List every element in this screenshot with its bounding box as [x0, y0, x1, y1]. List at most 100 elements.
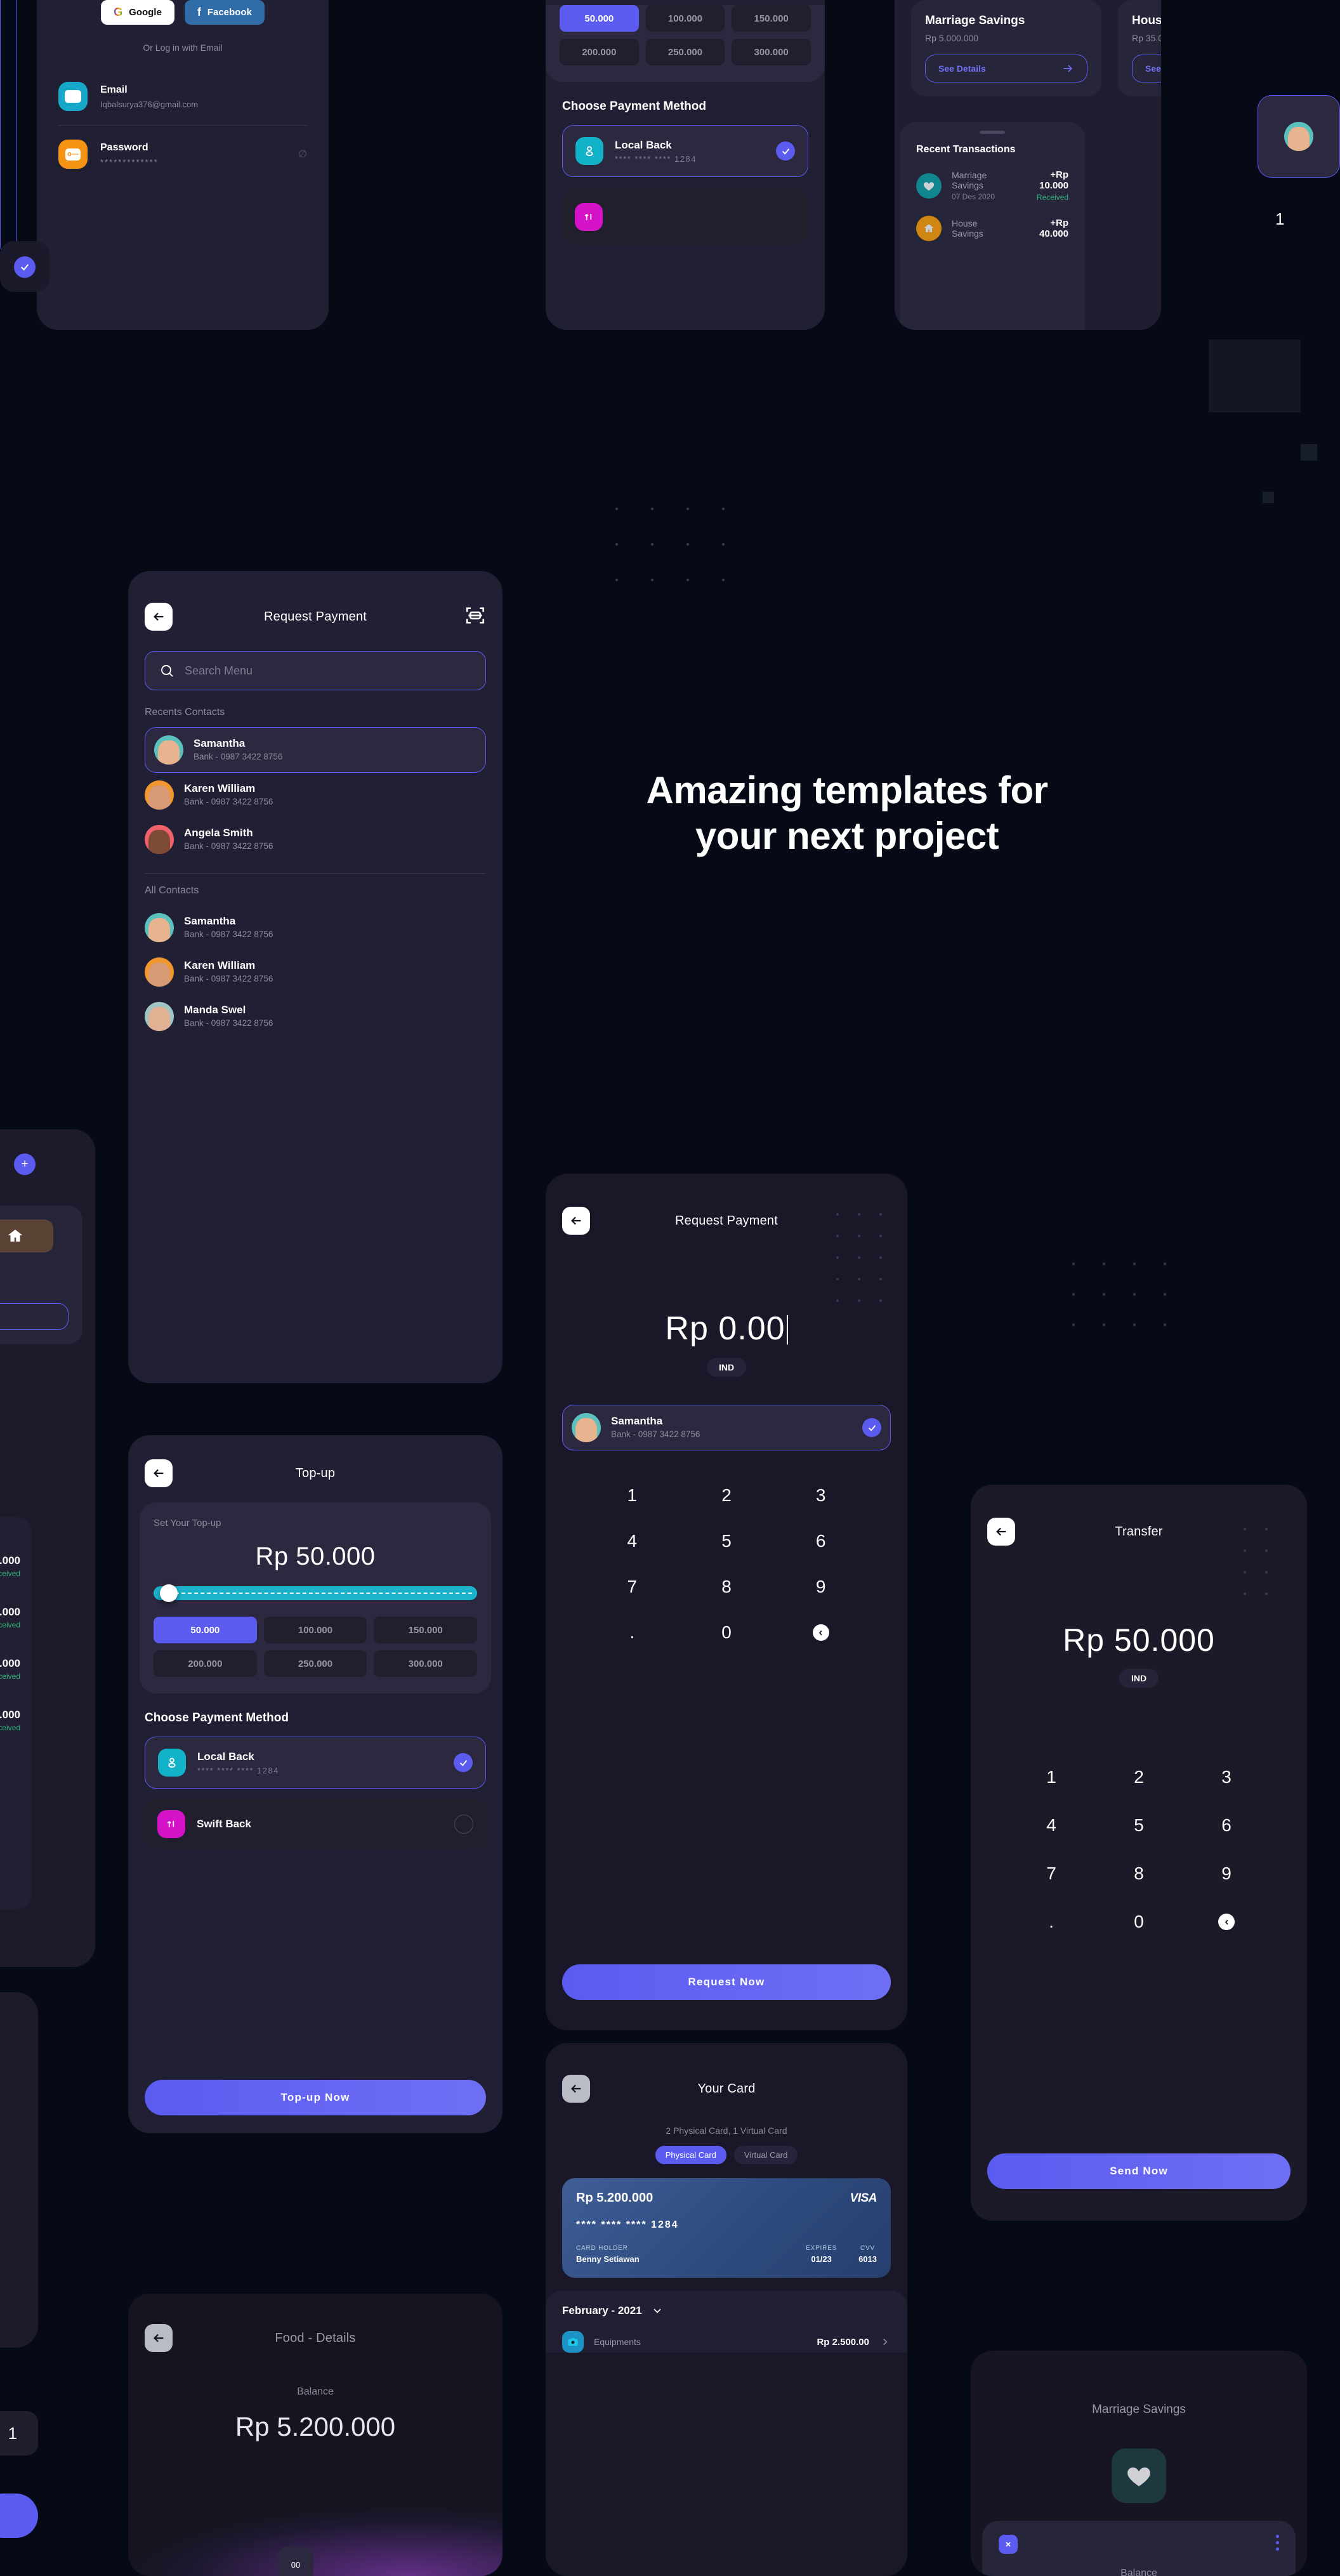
send-now-button[interactable]: Send Now [987, 2153, 1291, 2189]
received-amount: 50.000 [0, 1709, 20, 1721]
amount-chip[interactable]: 250.000 [263, 1650, 367, 1677]
key-6[interactable]: 6 [773, 1527, 868, 1556]
slider-knob[interactable] [160, 1584, 178, 1602]
amount-chip[interactable]: 250.000 [645, 39, 725, 65]
contact-name: Samantha [194, 737, 246, 750]
house-see-details-button[interactable]: See De [1132, 55, 1161, 82]
key-8[interactable]: 8 [1095, 1859, 1183, 1888]
key-4[interactable]: 4 [585, 1527, 680, 1556]
key-0[interactable]: 0 [680, 1618, 774, 1647]
arrow-left-icon [571, 2084, 581, 2093]
method-radio[interactable] [454, 1815, 473, 1834]
amount-chip[interactable]: 150.000 [374, 1617, 477, 1643]
amount-chip[interactable]: 300.000 [732, 39, 811, 65]
request-amount-value: Rp 0.00 [665, 1310, 785, 1347]
list-item[interactable]: Samantha Bank - 0987 3422 8756 [145, 727, 486, 773]
food-header: Food - Details [128, 2318, 503, 2358]
transaction-amount: Rp 2.500.00 [817, 2336, 869, 2348]
key-6[interactable]: 6 [1183, 1811, 1270, 1840]
marriage-bottom-sheet: × Balance [982, 2521, 1296, 2576]
list-item[interactable]: Angela Smith Bank - 0987 3422 8756 [128, 817, 503, 862]
topup-preview-method[interactable]: Local Back **** **** **** 1284 [562, 125, 808, 177]
radio-selected-icon[interactable] [776, 141, 795, 161]
method-radio[interactable] [454, 1753, 473, 1772]
amount-chip[interactable]: 100.000 [263, 1617, 367, 1643]
scan-button[interactable] [464, 605, 486, 629]
payment-method[interactable]: Local Back **** **** **** 1284 [145, 1737, 486, 1789]
topup-now-button[interactable]: Top-up Now [145, 2080, 486, 2115]
amount-chip[interactable]: 50.000 [560, 5, 639, 32]
amount-chip[interactable]: 100.000 [645, 5, 725, 32]
list-item[interactable]: Karen William Bank - 0987 3422 8756 [128, 773, 503, 817]
marriage-see-details-button[interactable]: See Details [925, 55, 1087, 82]
request-payment-panel: Request Payment Search Menu Recents Cont… [128, 571, 503, 1383]
amount-chip[interactable]: 200.000 [560, 39, 639, 65]
key-2[interactable]: 2 [1095, 1763, 1183, 1792]
amount-chip[interactable]: 300.000 [374, 1650, 477, 1677]
card-tab[interactable]: Physical Card [655, 2146, 726, 2164]
key-2[interactable]: 2 [680, 1481, 774, 1510]
food-balance-label: Balance [297, 2386, 334, 2397]
transaction-amount: +Rp 10.000 [1039, 169, 1068, 191]
transaction-row[interactable]: Marriage Savings 07 Des 2020 +Rp 10.000 Rec… [916, 169, 1068, 202]
cta-partial-left[interactable] [0, 2494, 38, 2538]
key-.[interactable]: . [1008, 1907, 1095, 1936]
key-7[interactable]: 7 [585, 1572, 680, 1601]
back-button-card[interactable] [562, 2075, 590, 2103]
month-selector[interactable]: February - 2021 [562, 2304, 891, 2317]
key-7[interactable]: 7 [1008, 1859, 1095, 1888]
key-9[interactable]: 9 [773, 1572, 868, 1601]
back-button-topup[interactable] [145, 1459, 173, 1487]
request-payment-header: Request Payment [128, 596, 503, 637]
facebook-login-button[interactable]: f Facebook [184, 0, 265, 25]
list-item[interactable]: Karen William Bank - 0987 3422 8756 [128, 950, 503, 994]
amount-chip[interactable]: 150.000 [732, 5, 811, 32]
credit-card[interactable]: Rp 5.200.000 VISA **** **** **** 1284 CA… [562, 2178, 891, 2278]
back-button-center[interactable] [562, 1207, 590, 1235]
more-options-icon[interactable] [1276, 2535, 1279, 2551]
radio-selected-icon[interactable] [862, 1418, 881, 1437]
back-button[interactable] [145, 603, 173, 631]
transaction-row[interactable]: Equipments Rp 2.500.00 [562, 2331, 891, 2353]
amount-chip[interactable]: 50.000 [154, 1617, 257, 1643]
selected-contact[interactable]: Samantha Bank - 0987 3422 8756 [562, 1405, 891, 1450]
key-delete[interactable] [1183, 1907, 1270, 1936]
google-login-button[interactable]: G Google [101, 0, 174, 25]
email-field[interactable]: Email Iqbalsurya376@gmail.com [37, 82, 329, 111]
key-icon: o— [58, 140, 88, 169]
house-left-amount: Rp 35.00 [0, 1283, 69, 1293]
amount-chip[interactable]: 200.000 [154, 1650, 257, 1677]
list-item[interactable]: Manda Swel Bank - 0987 3422 8756 [128, 994, 503, 1039]
password-field[interactable]: o— Password ************* ∅ [37, 140, 329, 169]
key-9[interactable]: 9 [1183, 1859, 1270, 1888]
close-icon[interactable]: × [999, 2535, 1018, 2554]
add-button[interactable]: + [14, 1153, 36, 1175]
scan-icon [466, 607, 485, 624]
list-item[interactable]: Samantha Bank - 0987 3422 8756 [128, 905, 503, 950]
drag-handle[interactable] [980, 131, 1005, 134]
key-.[interactable]: . [585, 1618, 680, 1647]
request-now-button[interactable]: Request Now [562, 1964, 891, 2000]
key-4[interactable]: 4 [1008, 1811, 1095, 1840]
key-3[interactable]: 3 [1183, 1763, 1270, 1792]
back-button-food[interactable] [145, 2324, 173, 2352]
topup-slider[interactable] [154, 1584, 477, 1602]
showcase-page: G Google f Facebook Or Log in with Email… [0, 0, 1340, 2576]
key-0[interactable]: 0 [1095, 1907, 1183, 1936]
key-delete[interactable] [773, 1618, 868, 1647]
key-5[interactable]: 5 [1095, 1811, 1183, 1840]
card-tab[interactable]: Virtual Card [733, 2146, 798, 2164]
key-8[interactable]: 8 [680, 1572, 774, 1601]
eye-off-icon[interactable]: ∅ [298, 148, 307, 161]
transaction-row[interactable]: House Savings +Rp 40.000 [916, 216, 1068, 241]
key-5[interactable]: 5 [680, 1527, 774, 1556]
key-1[interactable]: 1 [1008, 1763, 1095, 1792]
key-3[interactable]: 3 [773, 1481, 868, 1510]
key-1[interactable]: 1 [585, 1481, 680, 1510]
topup-preview-method2[interactable] [562, 188, 808, 246]
house-left-see-details[interactable]: See De [0, 1303, 69, 1330]
search-input[interactable]: Search Menu [145, 651, 486, 690]
your-card-panel: Your Card 2 Physical Card, 1 Virtual Car… [546, 2043, 907, 2576]
back-button-transfer[interactable] [987, 1518, 1015, 1546]
payment-method[interactable]: Swift Back [145, 1799, 486, 1850]
